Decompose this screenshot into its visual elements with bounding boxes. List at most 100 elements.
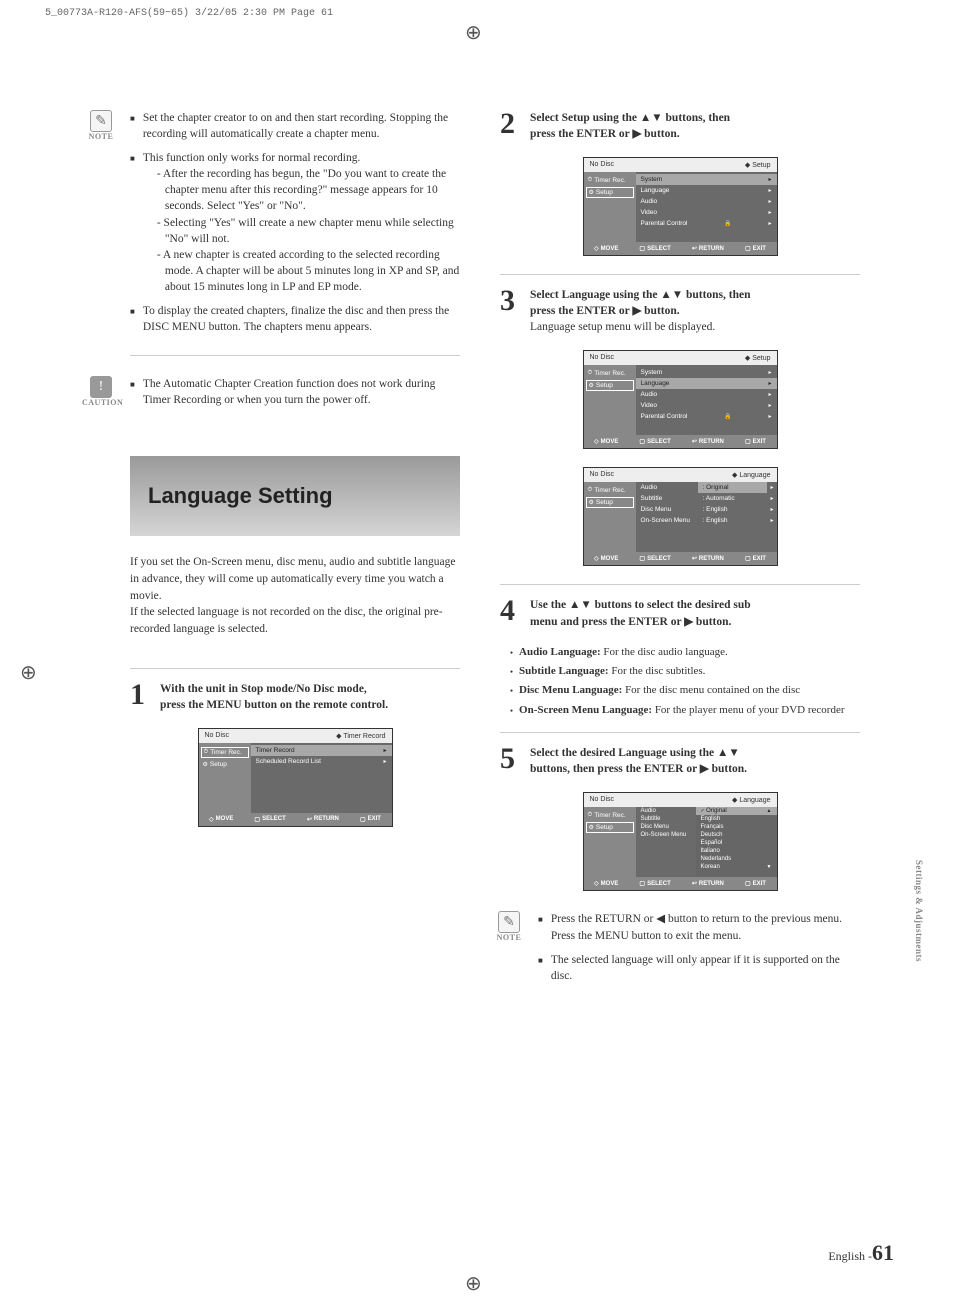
section-title: Language Setting [148, 483, 333, 509]
sub4d-label: On-Screen Menu Language: [519, 704, 652, 716]
sub4c-label: Disc Menu Language: [519, 684, 622, 696]
caution-label: CAUTION [82, 398, 120, 407]
pencil-icon: ✎ [90, 110, 112, 132]
osd-panel-timer: No Disc ◆ Timer Record ⏱Timer Rec. ⚙Setu… [198, 728, 393, 827]
osd-select-hint: ▢SELECT [254, 816, 285, 823]
osd-lang-label-discmenu: Disc Menu [636, 823, 696, 831]
square-bullet-icon: ■ [130, 153, 135, 295]
osd-row-language: Language▸ [636, 185, 777, 196]
osd-row-parental: Parental Control🔒▸ [636, 218, 777, 229]
step1-line-a: With the unit in Stop mode/No Disc mode, [160, 683, 367, 695]
note-badge: ✎ NOTE [490, 911, 528, 991]
osd-side-timer: ⏱Timer Rec. [584, 485, 636, 496]
step3-line-b: press the ENTER or ▶ button. [530, 305, 680, 317]
sub4c-desc: For the disc menu contained on the disc [622, 684, 800, 696]
osd-side-setup: ⚙Setup [199, 759, 251, 770]
osd-footer: ◇MOVE ▢SELECT ↩RETURN ▢EXIT [584, 242, 777, 255]
osd-side-setup: ⚙Setup [586, 187, 634, 198]
round-bullet-icon: ● [510, 669, 513, 679]
step-number-3: 3 [500, 287, 520, 335]
osd-footer: ◇MOVE ▢SELECT ↩RETURN ▢EXIT [199, 813, 392, 826]
step-number-1: 1 [130, 681, 150, 713]
page-footer: English -61 [828, 1240, 894, 1266]
osd-side-timer: ⏱Timer Rec. [584, 810, 636, 821]
registration-mark-bottom: ⊕ [465, 1271, 482, 1296]
end-note-2: The selected language will only appear i… [551, 952, 860, 984]
osd-row-timer-record: Timer Record▸ [251, 745, 392, 756]
footer-language: English - [828, 1249, 872, 1263]
divider [500, 732, 860, 733]
note-badge: ✎ NOTE [82, 110, 120, 343]
osd-lang-opt-deutsch: Deutsch [696, 831, 777, 839]
osd-side-timer: ⏱Timer Rec. [584, 175, 636, 186]
note-text-2a: - After the recording has begun, the "Do… [157, 166, 460, 214]
sub4b-label: Subtitle Language: [519, 665, 609, 677]
sub4a-desc: For the disc audio language. [601, 646, 728, 658]
osd-row-sched-list: Scheduled Record List▸ [251, 756, 392, 767]
sub4d-desc: For the player menu of your DVD recorder [652, 704, 844, 716]
osd-return-hint: ↩RETURN [307, 816, 339, 823]
osd-panel-language-select: No Disc ◆ Language ⏱Timer Rec. ⚙Setup Au… [583, 792, 778, 891]
print-header: 5_00773A-R120-AFS(59~65) 3/22/05 2:30 PM… [45, 8, 333, 19]
osd-lang-discmenu-val: : English [698, 504, 768, 515]
intro-paragraph: If you set the On-Screen menu, disc menu… [130, 554, 460, 637]
osd-side-setup: ⚙Setup [586, 822, 634, 833]
osd-nodisc: No Disc [205, 732, 230, 740]
divider [130, 668, 460, 669]
osd-side-setup: ⚙Setup [586, 380, 634, 391]
step-number-5: 5 [500, 745, 520, 777]
osd-nodisc: No Disc [590, 161, 615, 169]
end-note-1b: Press the MENU button to exit the menu. [551, 930, 741, 942]
osd-lang-onscreen-val: : English [698, 515, 768, 526]
section-banner: Language Setting [130, 456, 460, 536]
osd-panel-language: No Disc ◆ Language ⏱Timer Rec. ⚙Setup Au… [583, 467, 778, 566]
step3-line-a: Select Language using the ▲▼ buttons, th… [530, 289, 751, 301]
step3-line-c: Language setup menu will be displayed. [530, 321, 715, 333]
step4-line-a: Use the ▲▼ buttons to select the desired… [530, 599, 751, 611]
note-text-1: Set the chapter creator to on and then s… [143, 110, 460, 142]
osd-lang-opt-english: English [696, 815, 777, 823]
left-column: ✎ NOTE ■ Set the chapter creator to on a… [130, 110, 460, 1004]
osd-lang-opt-francais: Français [696, 823, 777, 831]
sub4a-label: Audio Language: [519, 646, 601, 658]
step5-line-a: Select the desired Language using the ▲▼ [530, 747, 740, 759]
note-text-3: To display the created chapters, finaliz… [143, 303, 460, 335]
osd-row-video: Video▸ [636, 207, 777, 218]
step5-line-b: buttons, then press the ENTER or ▶ butto… [530, 763, 747, 775]
divider [500, 274, 860, 275]
step4-line-b: menu and press the ENTER or ▶ button. [530, 616, 731, 628]
osd-side-timer: ⏱Timer Rec. [584, 368, 636, 379]
osd-side-setup: ⚙Setup [586, 497, 634, 508]
square-bullet-icon: ■ [130, 113, 135, 142]
osd-row-system: System▸ [636, 367, 777, 378]
registration-mark-top: ⊕ [465, 20, 482, 45]
end-note-1: Press the RETURN or ◀ button to return t… [551, 913, 842, 925]
osd-row-video: Video▸ [636, 400, 777, 411]
note-text-2: This function only works for normal reco… [143, 152, 361, 164]
right-column: 2 Select Setup using the ▲▼ buttons, the… [500, 110, 860, 1004]
round-bullet-icon: ● [510, 688, 513, 698]
osd-exit-hint: ▢EXIT [360, 816, 381, 823]
osd-panel-setup-lang: No Disc ◆ Setup ⏱Timer Rec. ⚙Setup Syste… [583, 350, 778, 449]
note-text-2b: - Selecting "Yes" will create a new chap… [157, 215, 460, 247]
osd-lang-opt-espanol: Español [696, 839, 777, 847]
osd-setup-tag: ◆ Setup [745, 161, 771, 169]
note-label: NOTE [82, 132, 120, 141]
divider [130, 355, 460, 356]
square-bullet-icon: ■ [130, 306, 135, 335]
osd-lang-opt-italiano: Italiano [696, 847, 777, 855]
round-bullet-icon: ● [510, 708, 513, 718]
osd-row-language: Language▸ [636, 378, 777, 389]
osd-lang-opt-original: ✓ Original▲ [696, 807, 777, 815]
square-bullet-icon: ■ [538, 914, 543, 943]
side-chapter-tab: Settings & Adjustments [914, 860, 924, 962]
page-number: 61 [872, 1240, 894, 1265]
osd-lang-opt-nederlands: Nederlands [696, 855, 777, 863]
step-number-4: 4 [500, 597, 520, 629]
round-bullet-icon: ● [510, 650, 513, 660]
osd-timer-tag: ◆ Timer Record [336, 732, 385, 740]
note-text-2c: - A new chapter is created according to … [157, 247, 460, 295]
osd-row-audio: Audio▸ [636, 389, 777, 400]
osd-row-audio: Audio▸ [636, 196, 777, 207]
note-label: NOTE [490, 933, 528, 942]
